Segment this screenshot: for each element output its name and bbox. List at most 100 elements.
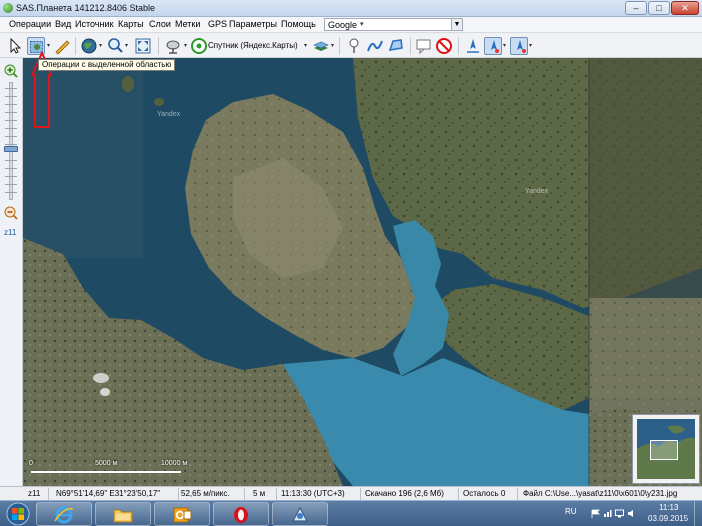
status-separator xyxy=(458,488,459,500)
gps-track-dropdown-icon[interactable]: ▾ xyxy=(503,42,506,49)
toolbar-separator xyxy=(458,37,459,55)
gps-center-dropdown-icon[interactable]: ▾ xyxy=(529,42,532,49)
windows-logo-icon xyxy=(6,502,30,526)
start-button[interactable] xyxy=(3,502,33,526)
status-remaining: Осталось 0 xyxy=(463,489,506,498)
minimap[interactable] xyxy=(632,414,700,484)
clock-date[interactable]: 03.09.2015 xyxy=(648,514,688,523)
flag-tray-icon[interactable] xyxy=(591,509,600,518)
taskbar: RU 11:13 03.09.2015 xyxy=(0,500,702,526)
scale-line xyxy=(31,471,181,473)
placemark-icon[interactable] xyxy=(345,37,363,55)
zoom-tick xyxy=(5,192,17,193)
zoom-tick xyxy=(5,160,17,161)
display-tray-icon[interactable] xyxy=(615,509,624,518)
menu-view[interactable]: Вид xyxy=(55,19,71,29)
maximize-button[interactable]: □ xyxy=(648,1,670,15)
internet-explorer-icon xyxy=(54,506,74,524)
scale-label-5000: 5000 м xyxy=(95,460,118,467)
window-title: SAS.Планета 141212.8406 Stable xyxy=(16,3,156,13)
polygon-icon[interactable] xyxy=(387,37,405,55)
fullscreen-icon[interactable] xyxy=(134,37,152,55)
layers-dropdown-icon[interactable]: ▾ xyxy=(331,42,334,49)
taskbar-file-explorer[interactable] xyxy=(95,502,151,526)
globe-icon[interactable] xyxy=(80,37,98,55)
satellite-dish-icon[interactable] xyxy=(165,37,183,55)
menu-bar: Операции Вид Источник Карты Слои Метки G… xyxy=(0,17,702,33)
gps-track-icon[interactable] xyxy=(484,37,502,55)
title-bar[interactable]: SAS.Планета 141212.8406 Stable – □ ✕ xyxy=(0,0,702,17)
no-entry-icon[interactable] xyxy=(435,37,453,55)
layers-icon[interactable] xyxy=(312,37,330,55)
zoom-tick xyxy=(5,136,17,137)
folder-icon xyxy=(113,509,133,523)
map-view[interactable]: Yandex Yandex 0 5000 м 10000 м xyxy=(23,58,702,486)
zoom-level-label: z11 xyxy=(4,228,17,237)
globe-dropdown-icon[interactable]: ▾ xyxy=(99,42,102,49)
zoom-tick xyxy=(5,96,17,97)
cursor-icon[interactable] xyxy=(6,37,24,55)
opera-icon xyxy=(234,507,248,523)
language-indicator[interactable]: RU xyxy=(565,507,577,516)
show-desktop-button[interactable] xyxy=(694,501,702,526)
status-coordinates: N69°51'14,69" E31°23'50,17" xyxy=(56,489,161,498)
satellite-map-label[interactable]: Спутник (Яндекс.Карты) xyxy=(208,41,298,50)
status-resolution: 52,65 м/пикс. xyxy=(181,489,230,498)
combo-dropdown-icon[interactable]: ▼ xyxy=(451,19,462,30)
menu-maps[interactable]: Карты xyxy=(118,19,144,29)
yandex-watermark: Yandex xyxy=(157,111,181,118)
volume-tray-icon[interactable] xyxy=(627,509,636,518)
gps-center-icon[interactable] xyxy=(510,37,528,55)
zoom-slider-thumb[interactable] xyxy=(4,146,18,152)
menu-source[interactable]: Источник xyxy=(75,19,113,29)
zoom-dropdown-icon[interactable]: ▾ xyxy=(125,42,128,49)
minimap-view[interactable] xyxy=(637,419,695,479)
taskbar-outlook[interactable] xyxy=(154,502,210,526)
toolbar-separator xyxy=(75,37,76,55)
zoom-tick xyxy=(5,184,17,185)
network-tray-icon[interactable] xyxy=(603,509,612,518)
zoom-in-icon[interactable] xyxy=(4,64,18,78)
menu-marks[interactable]: Метки xyxy=(175,19,200,29)
zoom-tick xyxy=(5,176,17,177)
status-file: Файл C:\Use...\yasat\z11\0\x601\0\y231.j… xyxy=(523,489,678,498)
toolbar-separator xyxy=(410,37,411,55)
minimize-button[interactable]: – xyxy=(625,1,647,15)
menu-help[interactable]: Помощь xyxy=(281,19,316,29)
taskbar-sas-planeta[interactable] xyxy=(272,502,328,526)
zoom-tick xyxy=(5,144,17,145)
map-scale-bar: 0 5000 м 10000 м xyxy=(27,460,227,474)
clock-time[interactable]: 11:13 xyxy=(659,503,678,512)
main-toolbar: ▾ ▾ ▾ ▾ Спутник (Яндекс.Карты) ▾ ▾ ▾ ▾ xyxy=(0,34,702,58)
menu-parameters[interactable]: Параметры xyxy=(229,19,277,29)
ruler-icon[interactable] xyxy=(53,37,71,55)
menu-gps[interactable]: GPS xyxy=(208,19,227,29)
map-source-value: Google xyxy=(328,20,358,30)
scale-label-10000: 10000 м xyxy=(161,460,188,467)
satellite-map-dropdown-icon[interactable]: ▾ xyxy=(304,42,307,49)
navigation-arrow-icon[interactable] xyxy=(464,37,482,55)
zoom-tick xyxy=(5,112,17,113)
sas-planeta-icon xyxy=(291,506,309,522)
taskbar-internet-explorer[interactable] xyxy=(36,502,92,526)
toolbar-separator xyxy=(158,37,159,55)
minimap-viewport-rect[interactable] xyxy=(650,440,678,460)
zoom-tick xyxy=(5,128,17,129)
zoom-out-icon[interactable] xyxy=(4,206,18,220)
zoom-panel: z11 xyxy=(0,58,23,486)
map-source-select[interactable]: Google ▾ ▼ xyxy=(324,18,463,31)
status-elevation: 5 м xyxy=(253,489,266,498)
zoom-magnifier-icon[interactable] xyxy=(106,37,124,55)
path-icon[interactable] xyxy=(366,37,384,55)
close-button[interactable]: ✕ xyxy=(671,1,699,15)
menu-layers[interactable]: Слои xyxy=(149,19,171,29)
comment-icon[interactable] xyxy=(415,37,433,55)
status-zoom: z11 xyxy=(28,489,41,498)
toolbar-tooltip: Операции с выделенной областью xyxy=(38,59,176,71)
menu-operations[interactable]: Операции xyxy=(9,19,51,29)
satellite-dropdown-icon[interactable]: ▾ xyxy=(184,42,187,49)
select-area-dropdown-icon[interactable]: ▾ xyxy=(47,42,50,49)
gps-green-icon[interactable] xyxy=(190,37,208,55)
zoom-slider-track[interactable] xyxy=(9,82,13,200)
taskbar-opera[interactable] xyxy=(213,502,269,526)
